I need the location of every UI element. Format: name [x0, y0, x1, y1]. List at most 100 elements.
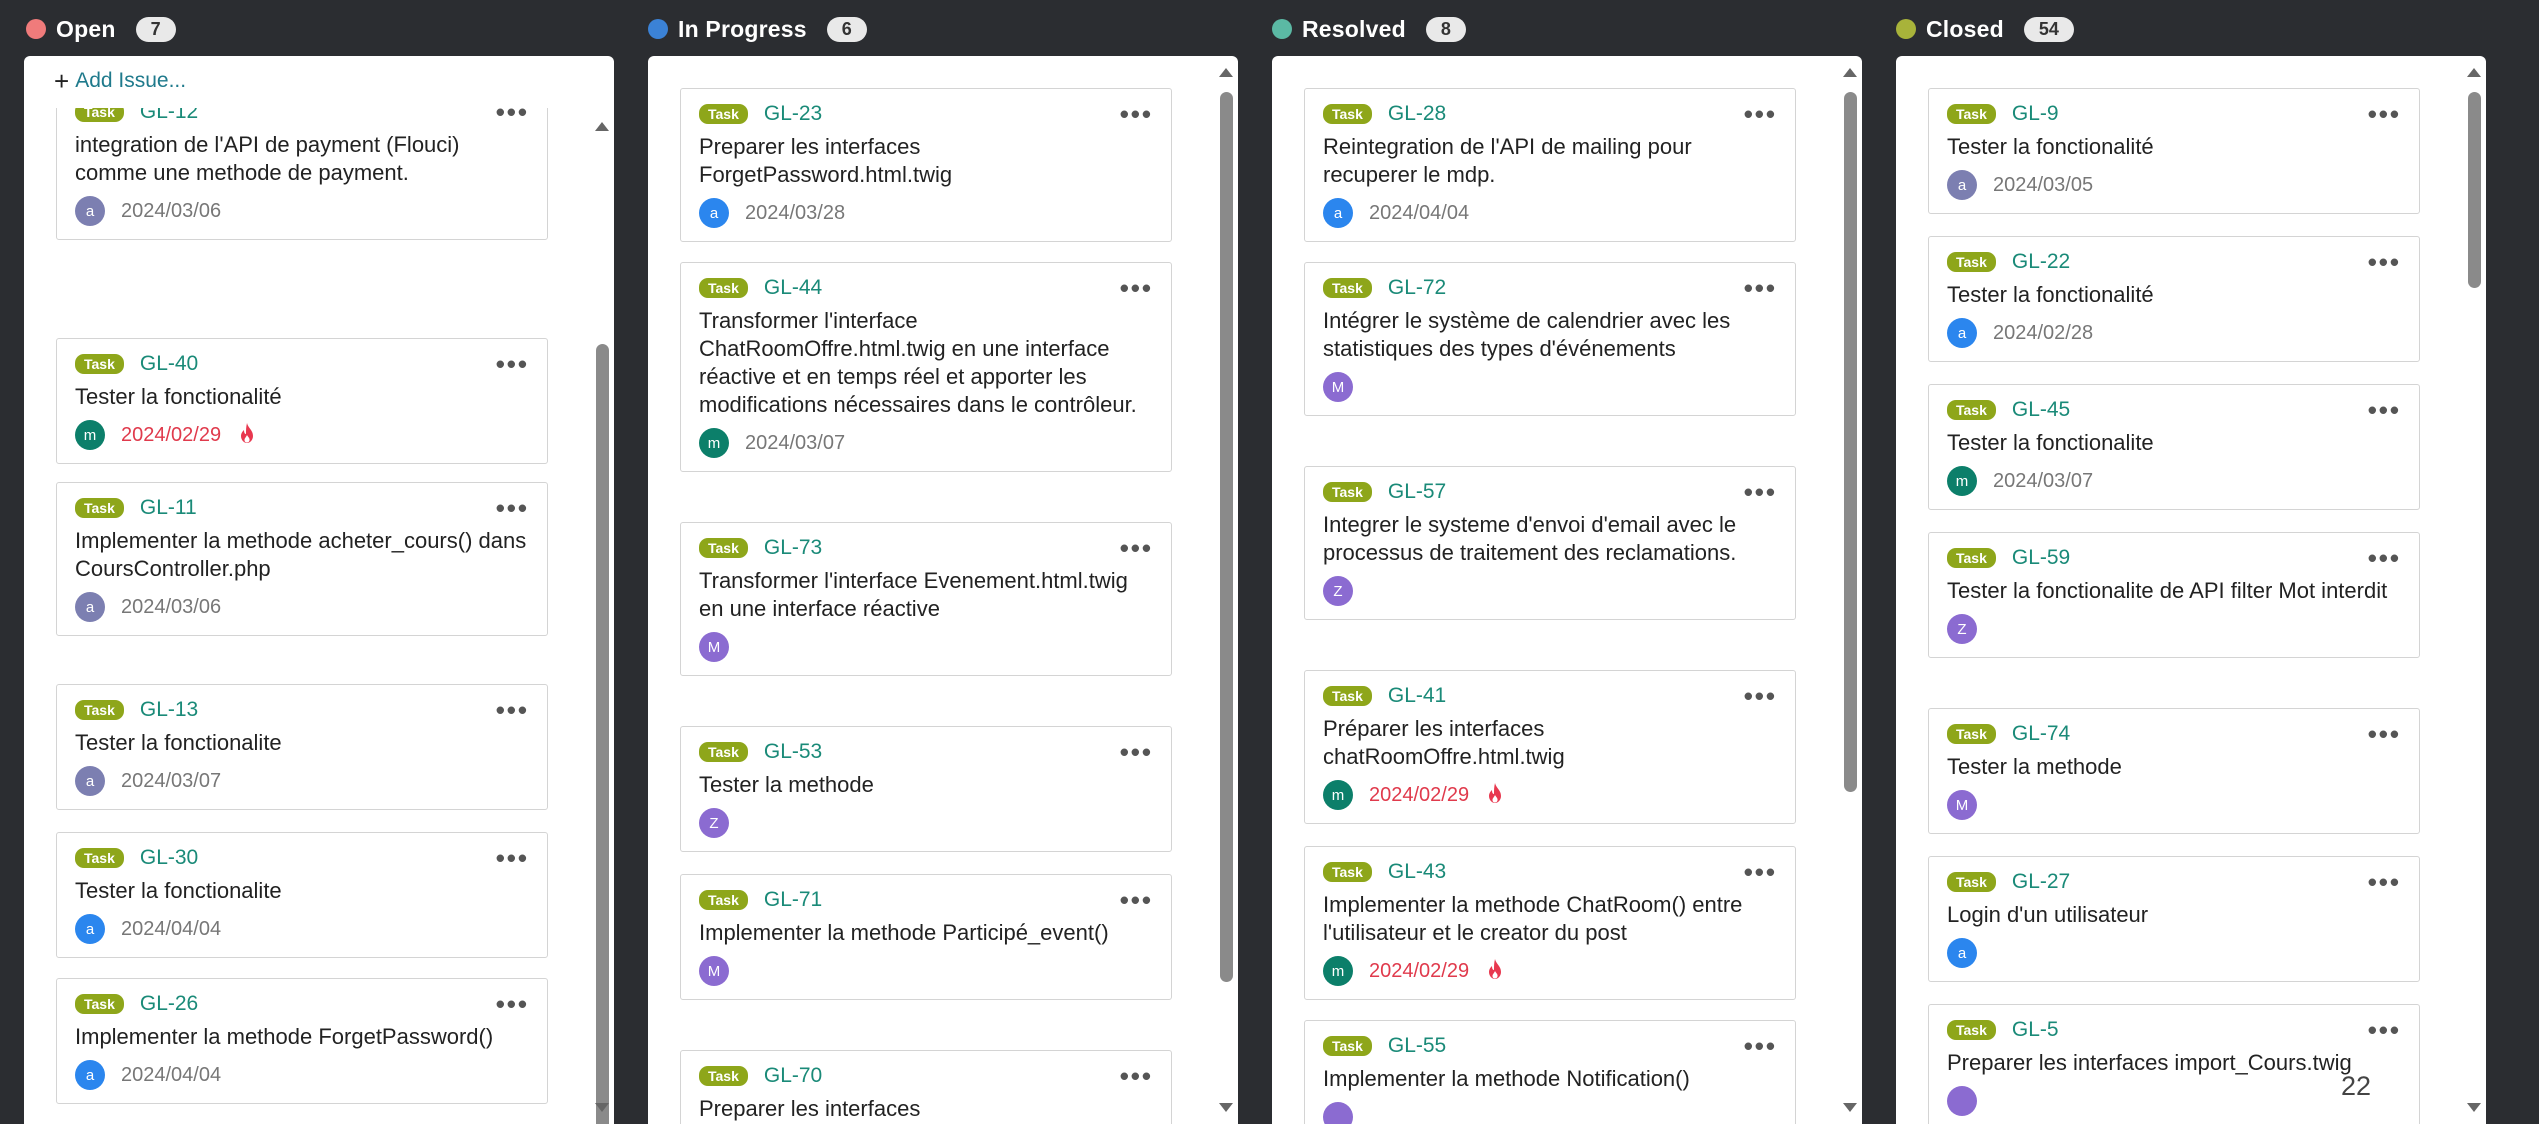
avatar[interactable]: a [75, 1060, 105, 1090]
issue-card[interactable]: Task GL-70 ••• Preparer les interfaces [680, 1050, 1172, 1124]
more-horizontal-icon[interactable]: ••• [2368, 545, 2401, 571]
more-horizontal-icon[interactable]: ••• [2368, 721, 2401, 747]
avatar[interactable]: a [1947, 170, 1977, 200]
avatar[interactable]: a [1947, 938, 1977, 968]
issue-key-link[interactable]: GL-45 [2012, 398, 2070, 422]
more-horizontal-icon[interactable]: ••• [1120, 535, 1153, 561]
add-issue-button[interactable]: + Add Issue... [54, 68, 186, 94]
scroll-down-icon[interactable] [1219, 1103, 1233, 1112]
more-horizontal-icon[interactable]: ••• [496, 351, 529, 377]
avatar[interactable] [1323, 1102, 1353, 1124]
avatar[interactable]: a [1947, 318, 1977, 348]
more-horizontal-icon[interactable]: ••• [496, 495, 529, 521]
issue-card[interactable]: Task GL-28 ••• Reintegration de l'API de ma… [1304, 88, 1796, 242]
avatar[interactable]: Z [1323, 576, 1353, 606]
more-horizontal-icon[interactable]: ••• [496, 845, 529, 871]
more-horizontal-icon[interactable]: ••• [1744, 101, 1777, 127]
issue-card[interactable]: Task GL-73 ••• Transformer l'interface Even… [680, 522, 1172, 676]
avatar[interactable]: m [699, 428, 729, 458]
issue-card[interactable]: Task GL-44 ••• Transformer l'interface Chat… [680, 262, 1172, 472]
issue-card[interactable]: Task GL-26 ••• Implementer la methode Forge… [56, 978, 548, 1104]
issue-card[interactable]: Task GL-30 ••• Tester la fonctionalite a 2024… [56, 832, 548, 958]
more-horizontal-icon[interactable]: ••• [2368, 397, 2401, 423]
issue-key-link[interactable]: GL-72 [1388, 276, 1446, 300]
issue-key-link[interactable]: GL-5 [2012, 1018, 2059, 1042]
more-horizontal-icon[interactable]: ••• [1744, 859, 1777, 885]
more-horizontal-icon[interactable]: ••• [1744, 479, 1777, 505]
avatar[interactable]: Z [1947, 614, 1977, 644]
scroll-thumb[interactable] [1844, 92, 1857, 792]
issue-card[interactable]: Task GL-55 ••• Implementer la methode Notif… [1304, 1020, 1796, 1124]
more-horizontal-icon[interactable]: ••• [1120, 887, 1153, 913]
avatar[interactable]: a [699, 198, 729, 228]
scroll-thumb[interactable] [1220, 92, 1233, 982]
issue-key-link[interactable]: GL-53 [764, 740, 822, 764]
issue-card[interactable]: Task GL-43 ••• Implementer la methode ChatR… [1304, 846, 1796, 1000]
more-horizontal-icon[interactable]: ••• [496, 697, 529, 723]
issue-key-link[interactable]: GL-28 [1388, 102, 1446, 126]
issue-key-link[interactable]: GL-70 [764, 1064, 822, 1088]
scroll-up-icon[interactable] [1219, 68, 1233, 77]
more-horizontal-icon[interactable]: ••• [496, 991, 529, 1017]
avatar[interactable]: a [75, 766, 105, 796]
more-horizontal-icon[interactable]: ••• [1120, 101, 1153, 127]
issue-card[interactable]: Task GL-23 ••• Preparer les interfaces Forg… [680, 88, 1172, 242]
issue-key-link[interactable]: GL-23 [764, 102, 822, 126]
scroll-up-icon[interactable] [2467, 68, 2481, 77]
issue-card[interactable]: Task GL-71 ••• Implementer la methode Parti… [680, 874, 1172, 1000]
issue-card[interactable]: Task GL-11 ••• Implementer la methode achet… [56, 482, 548, 636]
avatar[interactable]: M [699, 956, 729, 986]
issue-card[interactable]: Task GL-22 ••• Tester la fonctionalité a 2024… [1928, 236, 2420, 362]
issue-key-link[interactable]: GL-11 [140, 496, 197, 520]
issue-key-link[interactable]: GL-43 [1388, 860, 1446, 884]
issue-key-link[interactable]: GL-30 [140, 846, 198, 870]
scrollbar[interactable] [1216, 56, 1238, 1124]
more-horizontal-icon[interactable]: ••• [1744, 275, 1777, 301]
avatar[interactable]: a [75, 196, 105, 226]
issue-card[interactable]: Task GL-57 ••• Integrer le systeme d'envoi … [1304, 466, 1796, 620]
issue-card[interactable]: Task GL-13 ••• Tester la fonctionalite a 2024… [56, 684, 548, 810]
issue-card[interactable]: Task GL-40 ••• Tester la fonctionalité m 2024… [56, 338, 548, 464]
issue-key-link[interactable]: GL-41 [1388, 684, 1446, 708]
issue-card[interactable]: Task GL-74 ••• Tester la methode M [1928, 708, 2420, 834]
avatar[interactable]: M [699, 632, 729, 662]
scroll-down-icon[interactable] [2467, 1103, 2481, 1112]
issue-card[interactable]: Task GL-45 ••• Tester la fonctionalite m 2024… [1928, 384, 2420, 510]
avatar[interactable]: a [75, 592, 105, 622]
more-horizontal-icon[interactable]: ••• [2368, 249, 2401, 275]
scroll-thumb[interactable] [2468, 92, 2481, 288]
scroll-thumb[interactable] [596, 344, 609, 1124]
issue-key-link[interactable]: GL-59 [2012, 546, 2070, 570]
more-horizontal-icon[interactable]: ••• [2368, 869, 2401, 895]
issue-key-link[interactable]: GL-9 [2012, 102, 2059, 126]
issue-key-link[interactable]: GL-12 [140, 108, 198, 124]
avatar[interactable]: m [1947, 466, 1977, 496]
issue-key-link[interactable]: GL-74 [2012, 722, 2070, 746]
avatar[interactable]: M [1323, 372, 1353, 402]
avatar[interactable] [1947, 1086, 1977, 1116]
more-horizontal-icon[interactable]: ••• [1120, 1063, 1153, 1089]
scrollbar[interactable] [592, 114, 614, 1124]
issue-card[interactable]: Task GL-53 ••• Tester la methode Z [680, 726, 1172, 852]
issue-key-link[interactable]: GL-71 [764, 888, 822, 912]
issue-key-link[interactable]: GL-27 [2012, 870, 2070, 894]
issue-card[interactable]: Task GL-5 ••• Preparer les interfaces impor… [1928, 1004, 2420, 1124]
issue-key-link[interactable]: GL-55 [1388, 1034, 1446, 1058]
more-horizontal-icon[interactable]: ••• [2368, 1017, 2401, 1043]
issue-card[interactable]: Task GL-72 ••• Intégrer le système de calen… [1304, 262, 1796, 416]
issue-card[interactable]: Task GL-59 ••• Tester la fonctionalite de A… [1928, 532, 2420, 658]
issue-key-link[interactable]: GL-40 [140, 352, 198, 376]
scroll-down-icon[interactable] [1843, 1103, 1857, 1112]
more-horizontal-icon[interactable]: ••• [1744, 1033, 1777, 1059]
more-horizontal-icon[interactable]: ••• [2368, 101, 2401, 127]
avatar[interactable]: Z [699, 808, 729, 838]
issue-key-link[interactable]: GL-73 [764, 536, 822, 560]
issue-card[interactable]: Task GL-41 ••• Préparer les interfaces chat… [1304, 670, 1796, 824]
avatar[interactable]: m [75, 420, 105, 450]
avatar[interactable]: m [1323, 780, 1353, 810]
issue-key-link[interactable]: GL-22 [2012, 250, 2070, 274]
issue-key-link[interactable]: GL-13 [140, 698, 198, 722]
issue-card[interactable]: Task GL-9 ••• Tester la fonctionalité a 2024/… [1928, 88, 2420, 214]
issue-key-link[interactable]: GL-44 [764, 276, 822, 300]
avatar[interactable]: M [1947, 790, 1977, 820]
